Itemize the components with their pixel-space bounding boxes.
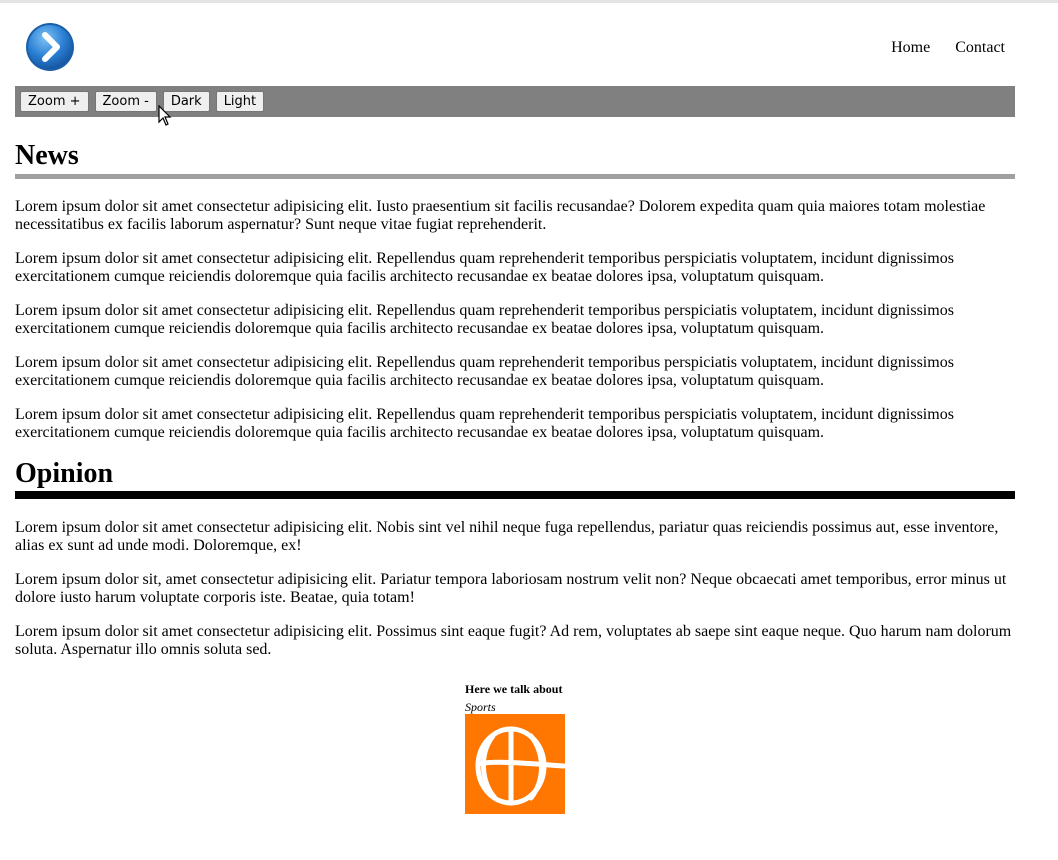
news-paragraph: Lorem ipsum dolor sit amet consectetur a…: [15, 406, 954, 441]
news-paragraph: Lorem ipsum dolor sit amet consectetur a…: [15, 250, 954, 285]
zoom-in-button[interactable]: Zoom +: [20, 91, 89, 112]
main-nav: Home Contact: [870, 39, 1005, 57]
figure-subtitle: Sports: [465, 700, 496, 714]
nav-home-link[interactable]: Home: [891, 39, 930, 56]
opinion-section: Opinion Lorem ipsum dolor sit amet conse…: [15, 458, 1015, 659]
nav-contact-link[interactable]: Contact: [955, 39, 1005, 56]
news-paragraph: Lorem ipsum dolor sit amet consectetur a…: [15, 198, 986, 233]
opinion-paragraph: Lorem ipsum dolor sit, amet consectetur …: [15, 571, 1007, 606]
opinion-paragraph: Lorem ipsum dolor sit amet consectetur a…: [15, 519, 999, 554]
news-paragraph: Lorem ipsum dolor sit amet consectetur a…: [15, 354, 954, 389]
light-theme-button[interactable]: Light: [215, 91, 265, 112]
news-section: News Lorem ipsum dolor sit amet consecte…: [15, 117, 1015, 442]
header: Home Contact: [15, 3, 1015, 86]
opinion-heading: Opinion: [15, 458, 1015, 499]
figure-title: Here we talk about: [465, 682, 563, 696]
opinion-paragraph: Lorem ipsum dolor sit amet consectetur a…: [15, 623, 1012, 658]
mouse-cursor-icon: [158, 105, 172, 126]
news-paragraph: Lorem ipsum dolor sit amet consectetur a…: [15, 302, 954, 337]
zoom-out-button[interactable]: Zoom -: [94, 91, 157, 112]
sports-figure: Here we talk about Sports: [465, 682, 565, 814]
chevron-right-icon[interactable]: [24, 21, 76, 73]
basketball-icon: [465, 714, 565, 814]
